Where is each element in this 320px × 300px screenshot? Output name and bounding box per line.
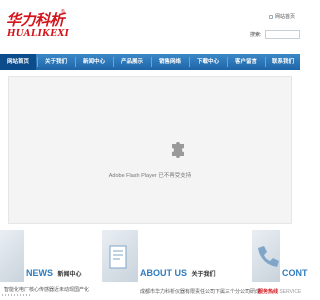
registered-mark: ® <box>61 9 65 15</box>
dotted-divider <box>2 294 32 296</box>
nav-item-sales[interactable]: 销售网络 <box>152 54 188 70</box>
service-hotline-en: SERVICE <box>279 289 302 295</box>
nav-item-home[interactable]: 网站首页 <box>0 54 36 70</box>
news-title-cn: 新闻中心 <box>57 272 82 278</box>
document-icon <box>109 245 127 269</box>
service-hotline: 服务热线 SERVICE <box>258 288 301 295</box>
nav-item-downloads[interactable]: 下载中心 <box>190 54 226 70</box>
contact-title[interactable]: CONT <box>282 263 308 281</box>
logo-chinese-text: 华力科析 <box>6 11 65 29</box>
news-section: NEWS 新闻中心 智能化电厂核心传感器近未动现国产化 <box>0 230 98 300</box>
nav-item-about[interactable]: 关于我们 <box>38 54 74 70</box>
contact-section: CONT 服务热线 SERVICE <box>252 230 308 300</box>
main-nav: 网站首页 关于我们 新闻中心 产品展示 销售网络 下载中心 客户留言 联系我们 <box>0 54 300 70</box>
nav-item-products[interactable]: 产品展示 <box>114 54 150 70</box>
site-logo[interactable]: 华力科析 ® HUALIKEXI <box>6 9 70 45</box>
site-header: 华力科析 ® HUALIKEXI 网站首页 搜索: <box>0 0 300 54</box>
news-title-en: NEWS <box>26 268 53 278</box>
about-title[interactable]: ABOUT US 关于我们 <box>140 263 215 281</box>
about-summary: 成都市华力科析仪器有限责任公司下属三个分公司研成 <box>140 289 261 295</box>
contact-title-en: CONT <box>282 268 308 278</box>
contact-thumbnail <box>252 230 280 282</box>
top-home-link[interactable]: 网站首页 <box>275 14 295 20</box>
news-thumbnail <box>0 230 24 282</box>
about-title-cn: 关于我们 <box>191 272 216 278</box>
logo-english-text: HUALIKEXI <box>7 29 70 39</box>
plugin-placeholder[interactable] <box>8 76 292 224</box>
about-section: ABOUT US 关于我们 成都市华力科析仪器有限责任公司下属三个分公司研成 <box>100 230 260 300</box>
about-thumbnail <box>102 230 138 282</box>
phone-icon <box>258 246 279 267</box>
plugin-unsupported-message: Adobe Flash Player 已不再受支持 <box>108 173 192 179</box>
nav-item-news[interactable]: 新闻中心 <box>76 54 112 70</box>
service-hotline-cn: 服务热线 <box>258 289 279 295</box>
home-icon <box>268 14 273 19</box>
about-title-en: ABOUT US <box>140 268 187 278</box>
search-label: 搜索: <box>250 32 262 38</box>
search-input[interactable] <box>265 30 300 39</box>
flash-banner <box>0 76 300 224</box>
nav-item-messages[interactable]: 客户留言 <box>228 54 264 70</box>
nav-item-contact[interactable]: 联系我们 <box>266 54 300 70</box>
search-bar: 搜索: <box>250 30 300 40</box>
top-links: 网站首页 <box>268 13 295 20</box>
news-title[interactable]: NEWS 新闻中心 <box>26 263 81 281</box>
puzzle-piece-icon <box>172 142 184 158</box>
news-headline[interactable]: 智能化电厂核心传感器近未动现国产化 <box>4 286 89 293</box>
